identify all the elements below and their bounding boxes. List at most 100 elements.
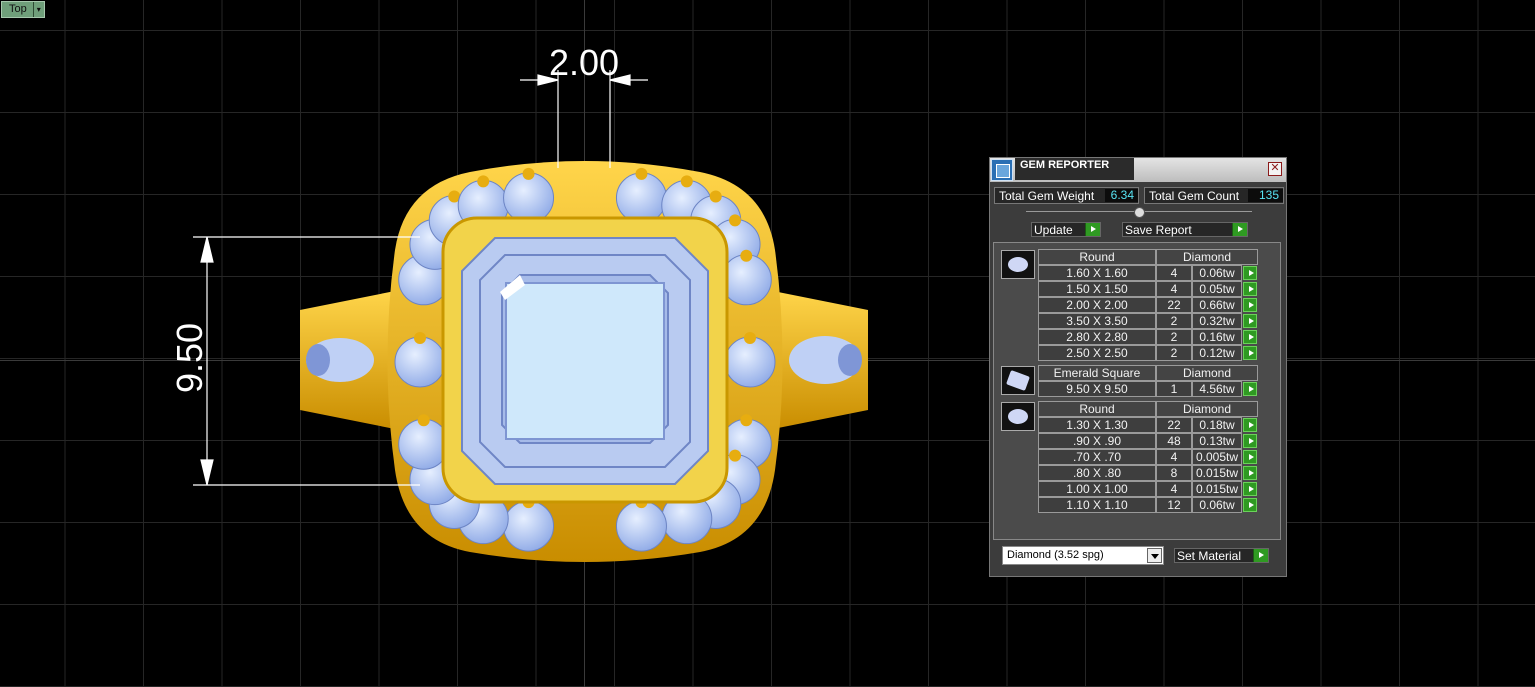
prong-bead xyxy=(680,175,693,188)
prong-bead xyxy=(729,449,742,462)
play-arrow-icon xyxy=(1085,223,1100,236)
gem-size-cell: .90 X .90 xyxy=(1038,433,1156,449)
material-select-value: Diamond (3.52 spg) xyxy=(1007,549,1104,561)
emerald-square-gem-icon xyxy=(1001,366,1035,395)
gem-weight-cell: 0.18tw xyxy=(1192,417,1242,433)
gem-count-cell: 2 xyxy=(1156,313,1192,329)
prong-bead xyxy=(477,175,490,188)
prong-bead xyxy=(744,332,756,344)
gem-weight-cell: 0.32tw xyxy=(1192,313,1242,329)
gem-material-header: Diamond xyxy=(1156,249,1258,265)
update-button[interactable]: Update xyxy=(1031,222,1101,237)
gem-weight-cell: 0.015tw xyxy=(1192,465,1242,481)
dimension-left-label: 9.50 xyxy=(169,322,210,394)
ring-shank-right xyxy=(768,290,868,430)
gem-size-cell: 1.00 X 1.00 xyxy=(1038,481,1156,497)
gem-shape-header: Emerald Square xyxy=(1038,365,1156,381)
row-select-arrow-icon[interactable] xyxy=(1243,434,1257,448)
round-gem-icon xyxy=(1001,402,1035,431)
total-gem-weight-label: Total Gem Weight xyxy=(999,189,1095,203)
row-select-arrow-icon[interactable] xyxy=(1243,482,1257,496)
ring-shank-left xyxy=(300,290,400,430)
halo-diamond xyxy=(503,500,555,552)
row-select-arrow-icon[interactable] xyxy=(1243,314,1257,328)
panel-title: GEM REPORTER xyxy=(1015,158,1134,180)
prong-bead xyxy=(522,167,535,180)
gem-size-cell: 3.50 X 3.50 xyxy=(1038,313,1156,329)
prong-bead xyxy=(740,249,753,262)
gem-weight-cell: 0.12tw xyxy=(1192,345,1242,361)
gem-weight-cell: 0.005tw xyxy=(1192,449,1242,465)
row-select-arrow-icon[interactable] xyxy=(1243,266,1257,280)
play-arrow-icon xyxy=(1253,549,1268,562)
dimension-top xyxy=(520,70,648,168)
set-material-button-label: Set Material xyxy=(1177,549,1242,563)
gem-size-cell: 2.50 X 2.50 xyxy=(1038,345,1156,361)
prong-bead xyxy=(709,190,722,203)
halo-diamond xyxy=(615,172,667,224)
row-select-arrow-icon[interactable] xyxy=(1243,330,1257,344)
row-select-arrow-icon[interactable] xyxy=(1243,450,1257,464)
material-select[interactable]: Diamond (3.52 spg) xyxy=(1002,546,1164,565)
gem-count-cell: 4 xyxy=(1156,265,1192,281)
total-gem-count-label: Total Gem Count xyxy=(1149,189,1240,203)
halo-diamond xyxy=(615,500,667,552)
total-gem-weight-value: 6.34 xyxy=(1105,189,1138,202)
close-icon[interactable]: ✕ xyxy=(1268,162,1282,176)
chevron-down-icon[interactable] xyxy=(1147,548,1162,563)
update-button-label: Update xyxy=(1034,223,1073,237)
gem-size-cell: 2.80 X 2.80 xyxy=(1038,329,1156,345)
prong-bead xyxy=(635,167,648,180)
gem-weight-cell: 4.56tw xyxy=(1192,381,1242,397)
gem-count-cell: 1 xyxy=(1156,381,1192,397)
gem-size-cell: 1.10 X 1.10 xyxy=(1038,497,1156,513)
gem-count-cell: 2 xyxy=(1156,345,1192,361)
gem-count-cell: 2 xyxy=(1156,329,1192,345)
gem-size-cell: 1.50 X 1.50 xyxy=(1038,281,1156,297)
gem-size-cell: .70 X .70 xyxy=(1038,449,1156,465)
row-select-arrow-icon[interactable] xyxy=(1243,346,1257,360)
gem-count-cell: 22 xyxy=(1156,297,1192,313)
gem-material-header: Diamond xyxy=(1156,401,1258,417)
row-select-arrow-icon[interactable] xyxy=(1243,282,1257,296)
gem-count-cell: 4 xyxy=(1156,449,1192,465)
play-arrow-icon xyxy=(1232,223,1247,236)
halo-diamond xyxy=(394,336,446,388)
halo-diamond xyxy=(503,172,555,224)
gem-reporter-panel: GEM REPORTER ✕ Total Gem Weight 6.34 Tot… xyxy=(989,157,1287,577)
halo-diamond xyxy=(720,254,772,306)
splitter-knob[interactable] xyxy=(1134,207,1145,218)
prong-bead xyxy=(740,414,753,427)
gem-weight-cell: 0.06tw xyxy=(1192,497,1242,513)
gem-count-cell: 8 xyxy=(1156,465,1192,481)
gem-weight-cell: 0.66tw xyxy=(1192,297,1242,313)
row-select-arrow-icon[interactable] xyxy=(1243,498,1257,512)
gem-size-cell: 2.00 X 2.00 xyxy=(1038,297,1156,313)
panel-titlebar[interactable]: GEM REPORTER ✕ xyxy=(990,158,1286,182)
dimension-top-label: 2.00 xyxy=(549,42,620,83)
ring-model-render[interactable] xyxy=(0,0,1535,687)
prong-bead xyxy=(729,214,742,227)
gem-weight-cell: 0.05tw xyxy=(1192,281,1242,297)
gem-size-cell: 1.60 X 1.60 xyxy=(1038,265,1156,281)
gem-count-cell: 22 xyxy=(1156,417,1192,433)
gem-shape-header: Round xyxy=(1038,401,1156,417)
row-select-arrow-icon[interactable] xyxy=(1243,298,1257,312)
round-gem-icon xyxy=(1001,250,1035,279)
row-select-arrow-icon[interactable] xyxy=(1243,466,1257,480)
gem-count-cell: 4 xyxy=(1156,481,1192,497)
prong-bead xyxy=(414,332,426,344)
gem-weight-cell: 0.13tw xyxy=(1192,433,1242,449)
save-report-button[interactable]: Save Report xyxy=(1122,222,1248,237)
gem-list: Round Diamond 1.60 X 1.60 4 0.06tw 1.50 X 1.5… xyxy=(993,242,1281,540)
gem-count-cell: 12 xyxy=(1156,497,1192,513)
set-material-button[interactable]: Set Material xyxy=(1174,548,1269,563)
center-emerald-stone xyxy=(461,237,709,485)
gem-count-cell: 48 xyxy=(1156,433,1192,449)
row-select-arrow-icon[interactable] xyxy=(1243,418,1257,432)
total-gem-weight: Total Gem Weight 6.34 xyxy=(994,187,1139,204)
row-select-arrow-icon[interactable] xyxy=(1243,382,1257,396)
halo-diamond xyxy=(398,418,450,470)
prong-bead xyxy=(417,414,430,427)
gem-shape-header: Round xyxy=(1038,249,1156,265)
